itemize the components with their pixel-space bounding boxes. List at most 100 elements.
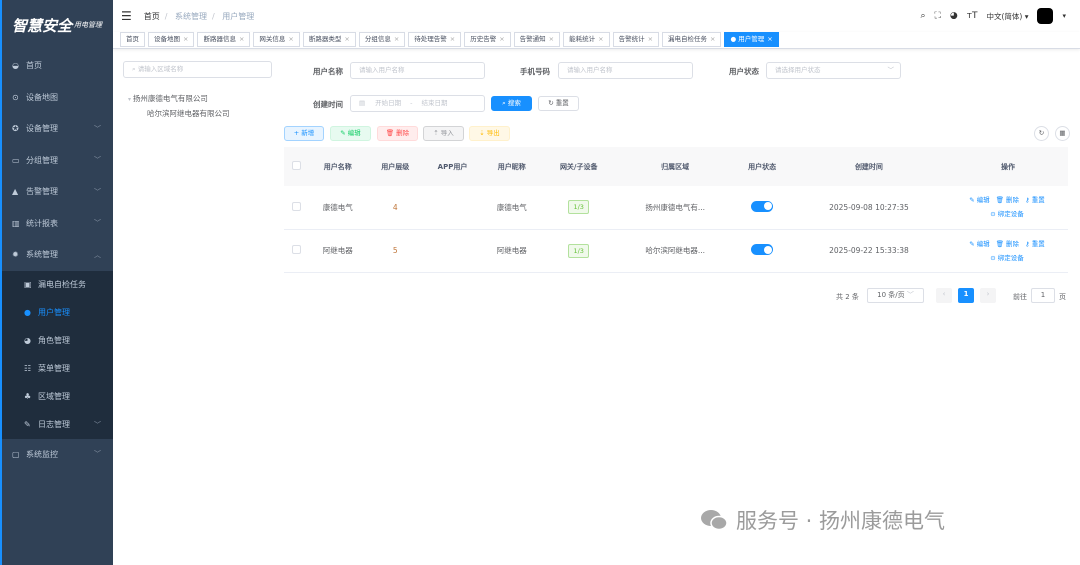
cell-created: 2025-09-22 15:33:38 [789,229,948,273]
row-checkbox[interactable] [284,229,308,273]
status-select[interactable]: 请选择用户状态 ﹀ [766,62,901,79]
language-select[interactable]: 中文(简体) ▾ [986,11,1028,22]
close-icon[interactable]: × [648,35,653,43]
chevron-down-icon: ﹀ [94,156,101,165]
tree-node[interactable]: 哈尔滨阿继电器有限公司 [147,108,230,119]
close-icon[interactable]: × [394,35,399,43]
next-page-button[interactable]: › [980,288,996,303]
sidebar-item-role-mgmt[interactable]: ◕ 角色管理 [2,327,113,355]
close-icon[interactable]: × [183,35,188,43]
sidebar-item-group-mgmt[interactable]: ▭ 分组管理 ﹀ [2,145,113,177]
font-size-icon[interactable]: ᴛT [967,11,978,21]
cell-app-user [423,186,482,230]
sidebar-item-alarm-mgmt[interactable]: ▲ 告警管理 ﹀ [2,176,113,208]
gateway-badge[interactable]: 1/3 [568,243,589,258]
reset-button[interactable]: ↻ 重置 [538,96,579,111]
status-toggle[interactable] [751,200,774,212]
chevron-down-icon: ﹀ [94,450,101,459]
cell-gateway: 1/3 [541,186,616,230]
sidebar-item-system-mgmt[interactable]: ✹ 系统管理 ︿ [2,239,113,271]
region-search-input[interactable]: ⌕ 请输入区域名称 [123,61,272,78]
tab-4[interactable]: 断路器类型 × [302,32,356,47]
page-1-button[interactable]: 1 [958,288,974,303]
columns-icon[interactable]: ▦ [1055,126,1070,141]
search-button[interactable]: ⌕ 搜索 [491,96,532,111]
page-size-select[interactable]: 10 条/页 ﹀ [867,288,924,303]
edit-link[interactable]: ✎ 编辑 [969,240,991,248]
close-icon[interactable]: × [239,35,244,43]
import-button[interactable]: ⇡ 导入 [423,126,464,141]
sidebar-item-device-mgmt[interactable]: ✪ 设备管理 ﹀ [2,113,113,145]
sidebar-item-region-mgmt[interactable]: ♣ 区域管理 [2,383,113,411]
export-button[interactable]: ⇣ 导出 [469,126,510,141]
table-row: 阿继电器 5 阿继电器 1/3 哈尔滨阿继电器... 2025-09-22 15… [284,229,1068,273]
username-input[interactable]: 请输入用户名称 [350,62,485,79]
delete-button[interactable]: 🗑 删除 [377,126,418,141]
edit-link[interactable]: ✎ 编辑 [969,196,991,204]
sidebar-item-leak-task[interactable]: ▣ 漏电自检任务 [2,271,113,299]
tab-12[interactable]: ● 用户管理 × [724,32,779,47]
sidebar-item-menu-mgmt[interactable]: ☷ 菜单管理 [2,355,113,383]
sidebar-item-log-mgmt[interactable]: ✎ 日志管理 ﹀ [2,411,113,439]
delete-link[interactable]: 🗑 删除 [996,240,1021,248]
phone-input[interactable]: 请输入用户名称 [558,62,693,79]
tab-2[interactable]: 断路器信息 × [197,32,251,47]
bind-device-link[interactable]: ⊙ 绑定设备 [990,210,1025,218]
role-icon: ◕ [24,336,31,345]
tree-node[interactable]: ▾ 扬州康德电气有限公司 [128,93,208,104]
tab-3[interactable]: 网关信息 × [253,32,300,47]
reset-password-link[interactable]: ⚷ 重置 [1025,240,1047,248]
chevron-down-icon: ﹀ [94,420,101,429]
tab-8[interactable]: 告警通知 × [513,32,561,47]
pagination-total: 共 2 条 [836,293,859,301]
col-created: 创建时间 [789,147,948,186]
cell-app-user [423,229,482,273]
select-all-checkbox[interactable] [284,147,308,186]
fullscreen-icon[interactable]: ⛶ [935,11,941,21]
close-icon[interactable]: × [767,35,772,43]
sidebar-item-stats[interactable]: ▥ 统计报表 ﹀ [2,208,113,240]
status-toggle[interactable] [751,244,774,255]
refresh-icon[interactable]: ↻ [1034,126,1049,141]
bind-device-link[interactable]: ⊙ 绑定设备 [990,254,1025,262]
cell-nickname: 康德电气 [481,186,542,230]
tab-1[interactable]: 设备地图 × [148,32,195,47]
close-icon[interactable]: × [598,35,603,43]
tab-0[interactable]: 首页 [120,32,145,47]
prev-page-button[interactable]: ‹ [936,288,952,303]
hamburger-icon[interactable]: ☰ [121,9,132,23]
time-label: 创建时间 [313,100,343,109]
tab-6[interactable]: 待处理告警 × [408,32,462,47]
close-icon[interactable]: × [549,35,554,43]
close-icon[interactable]: × [344,35,349,43]
close-icon[interactable]: × [499,35,504,43]
sidebar-item-system-monitor[interactable]: ▢ 系统监控 ﹀ [2,439,113,471]
delete-link[interactable]: 🗑 删除 [996,196,1021,204]
tab-9[interactable]: 能耗统计 × [563,32,610,47]
breadcrumb-home[interactable]: 首页 [144,12,160,21]
avatar[interactable] [1037,8,1054,24]
date-range-input[interactable]: ▤ 开始日期 - 结束日期 [350,95,485,112]
row-checkbox[interactable] [284,186,308,230]
github-icon[interactable]: ◕ [950,11,958,21]
gateway-badge[interactable]: 1/3 [568,200,589,215]
close-icon[interactable]: × [288,35,293,43]
cell-status [734,229,790,273]
tab-11[interactable]: 漏电自检任务 × [662,32,722,47]
tab-7[interactable]: 历史告警 × [464,32,511,47]
reset-password-link[interactable]: ⚷ 重置 [1025,196,1047,204]
add-button[interactable]: + 新增 [284,126,324,141]
cell-region: 哈尔滨阿继电器... [615,229,735,273]
sidebar-item-device-map[interactable]: ⊙ 设备地图 [2,82,113,114]
map-pin-icon: ⊙ [12,92,19,102]
goto-page-input[interactable]: 1 [1031,288,1055,303]
sidebar-item-home[interactable]: ◒ 首页 [2,50,113,82]
search-icon[interactable]: ⌕ [921,11,926,21]
tab-5[interactable]: 分组信息 × [358,32,406,47]
close-icon[interactable]: × [710,35,715,43]
cell-created: 2025-09-08 10:27:35 [789,186,948,230]
sidebar-item-user-mgmt[interactable]: ● 用户管理 [2,299,113,327]
close-icon[interactable]: × [450,35,455,43]
edit-button[interactable]: ✎ 编辑 [330,126,371,141]
tab-10[interactable]: 告警统计 × [612,32,660,47]
